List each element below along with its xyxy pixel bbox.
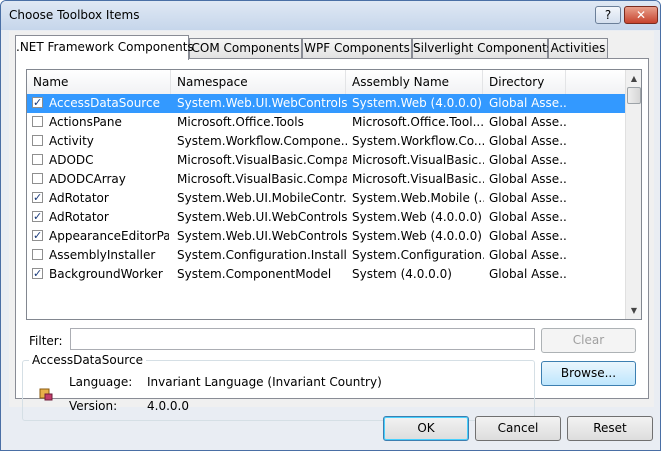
cell-assembly: Microsoft.VisualBasic.... <box>352 153 484 167</box>
list-item[interactable]: ADODC Microsoft.VisualBasic.Compa... Micro… <box>27 151 625 170</box>
tab-wpf-components[interactable]: WPF Components <box>302 38 412 59</box>
cell-name: ADODCArray <box>49 172 126 186</box>
list-item[interactable]: ✓ AppearanceEditorPart System.Web.UI.WebCo… <box>27 227 625 246</box>
cell-name: AppearanceEditorPart <box>49 229 169 243</box>
details-title: AccessDataSource <box>29 353 146 367</box>
cell-namespace: Microsoft.Office.Tools <box>177 115 304 129</box>
cell-assembly: System.Workflow.Co... <box>352 134 484 148</box>
column-header-name[interactable]: Name <box>27 70 171 94</box>
tab-net-framework-components[interactable]: .NET Framework Components <box>15 35 194 60</box>
filter-input[interactable] <box>70 328 535 350</box>
browse-button[interactable]: Browse... <box>541 361 636 386</box>
clear-button[interactable]: Clear <box>541 328 636 353</box>
cell-assembly: Microsoft.Office.Tool... <box>352 115 484 129</box>
components-list[interactable]: Name Namespace Assembly Name Directory ✓… <box>26 69 642 320</box>
cell-directory: Global Asse... <box>489 267 567 281</box>
ok-button[interactable]: OK <box>383 416 469 441</box>
tab-activities[interactable]: Activities <box>548 38 608 59</box>
cell-name: Activity <box>49 134 94 148</box>
language-value: Invariant Language (Invariant Country) <box>147 375 382 389</box>
reset-button[interactable]: Reset <box>567 416 653 441</box>
cell-directory: Global Asse... <box>489 210 567 224</box>
cell-directory: Global Asse... <box>489 115 567 129</box>
cell-directory: Global Asse... <box>489 153 567 167</box>
cell-namespace: Microsoft.VisualBasic.Compa... <box>177 172 347 186</box>
filter-label: Filter: <box>29 334 63 348</box>
cell-namespace: System.Web.UI.WebControls.... <box>177 229 347 243</box>
cell-name: AssemblyInstaller <box>49 248 156 262</box>
tab-silverlight-components[interactable]: Silverlight Components <box>412 38 553 59</box>
cell-namespace: System.Workflow.Compone... <box>177 134 347 148</box>
cell-name: BackgroundWorker <box>49 267 163 281</box>
item-checkbox[interactable] <box>32 249 43 260</box>
cell-namespace: System.Web.UI.MobileContr... <box>177 191 347 205</box>
version-label: Version: <box>69 399 118 413</box>
list-item[interactable]: ✓ AccessDataSource System.Web.UI.WebContro… <box>27 94 625 113</box>
cell-assembly: System.Configuration... <box>352 248 484 262</box>
cell-name: ADODC <box>49 153 94 167</box>
list-item[interactable]: ✓ BackgroundWorker System.ComponentModel Sy… <box>27 265 625 284</box>
cell-assembly: System.Web (4.0.0.0) <box>352 96 482 110</box>
list-item[interactable]: Activity System.Workflow.Compone... System… <box>27 132 625 151</box>
tab-panel: Name Namespace Assembly Name Directory ✓… <box>15 58 649 421</box>
cell-assembly: System.Web (4.0.0.0) <box>352 229 482 243</box>
cell-directory: Global Asse... <box>489 191 567 205</box>
item-checkbox[interactable]: ✓ <box>32 268 43 279</box>
cell-directory: Global Asse... <box>489 134 567 148</box>
list-item[interactable]: ✓ AdRotator System.Web.UI.WebControls Syste… <box>27 208 625 227</box>
item-checkbox[interactable] <box>32 173 43 184</box>
cell-namespace: System.Web.UI.WebControls <box>177 96 347 110</box>
item-checkbox[interactable] <box>32 135 43 146</box>
cell-name: ActionsPane <box>49 115 122 129</box>
cell-namespace: System.Configuration.Install <box>177 248 347 262</box>
scroll-down-arrow-icon[interactable]: ▼ <box>626 302 641 319</box>
component-icon <box>39 388 53 401</box>
item-checkbox[interactable]: ✓ <box>32 211 43 222</box>
vertical-scrollbar[interactable]: ▲ ▼ <box>625 70 641 319</box>
tab-com-components[interactable]: COM Components <box>189 38 302 59</box>
cell-assembly: Microsoft.VisualBasic.... <box>352 172 484 186</box>
cell-directory: Global Asse... <box>489 172 567 186</box>
column-header-directory[interactable]: Directory <box>483 70 566 94</box>
column-header-namespace[interactable]: Namespace <box>171 70 346 94</box>
cell-assembly: System (4.0.0.0) <box>352 267 452 281</box>
list-item[interactable]: AssemblyInstaller System.Configuration.In… <box>27 246 625 265</box>
version-value: 4.0.0.0 <box>147 399 189 413</box>
cell-directory: Global Asse... <box>489 96 567 110</box>
list-item[interactable]: ✓ AdRotator System.Web.UI.MobileContr... Sy… <box>27 189 625 208</box>
details-groupbox: AccessDataSource Language: Invariant Lan… <box>22 353 535 421</box>
window-title: Choose Toolbox Items <box>9 8 140 22</box>
language-label: Language: <box>69 375 133 389</box>
help-button[interactable]: ? <box>595 6 621 24</box>
title-bar[interactable]: Choose Toolbox Items ? ✕ <box>1 1 660 30</box>
column-header-assembly-name[interactable]: Assembly Name <box>346 70 483 94</box>
scroll-thumb[interactable] <box>627 87 641 104</box>
cell-assembly: System.Web.Mobile (... <box>352 191 484 205</box>
dialog-client-area: .NET Framework Components COM Components… <box>9 31 654 421</box>
cell-assembly: System.Web (4.0.0.0) <box>352 210 482 224</box>
cell-namespace: System.ComponentModel <box>177 267 332 281</box>
list-item[interactable]: ActionsPane Microsoft.Office.Tools Microso… <box>27 113 625 132</box>
item-checkbox[interactable]: ✓ <box>32 192 43 203</box>
close-button[interactable]: ✕ <box>624 6 658 24</box>
cell-directory: Global Asse... <box>489 248 567 262</box>
item-checkbox[interactable]: ✓ <box>32 97 43 108</box>
choose-toolbox-items-dialog: Choose Toolbox Items ? ✕ .NET Framework … <box>0 0 661 451</box>
cell-name: AdRotator <box>49 191 109 205</box>
cancel-button[interactable]: Cancel <box>475 416 561 441</box>
cell-namespace: System.Web.UI.WebControls <box>177 210 347 224</box>
cell-directory: Global Asse... <box>489 229 567 243</box>
scroll-up-arrow-icon[interactable]: ▲ <box>626 70 641 87</box>
list-header: Name Namespace Assembly Name Directory <box>27 70 625 95</box>
item-checkbox[interactable] <box>32 116 43 127</box>
list-item[interactable]: ADODCArray Microsoft.VisualBasic.Compa...… <box>27 170 625 189</box>
cell-namespace: Microsoft.VisualBasic.Compa... <box>177 153 347 167</box>
cell-name: AdRotator <box>49 210 109 224</box>
cell-name: AccessDataSource <box>49 96 160 110</box>
item-checkbox[interactable]: ✓ <box>32 230 43 241</box>
item-checkbox[interactable] <box>32 154 43 165</box>
